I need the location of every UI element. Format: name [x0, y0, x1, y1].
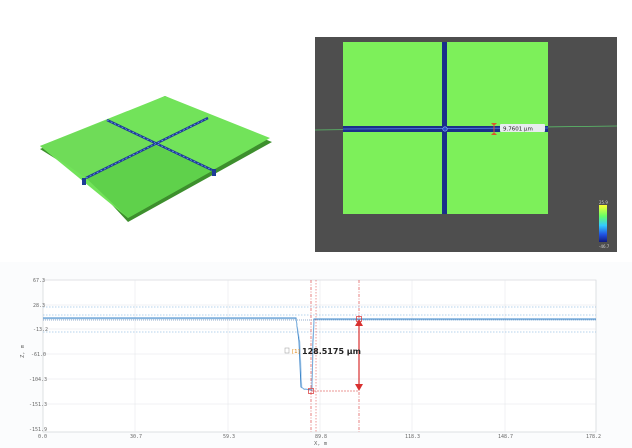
height-map-canvas[interactable]: 9.7601 µm 25.9 -46.7	[315, 37, 617, 252]
x-axis-title: X, m	[314, 441, 328, 447]
y-tick-label: 67.3	[33, 278, 45, 284]
readout-index: [1]	[292, 349, 300, 355]
x-tick-label: 118.3	[405, 434, 420, 440]
x-tick-label: 178.2	[586, 434, 601, 440]
plot-area	[42, 279, 597, 433]
color-scale-min: -46.7	[599, 244, 610, 249]
measurement-label: 9.7601 µm	[503, 126, 533, 132]
intersection-marker	[442, 126, 448, 132]
y-tick-label: -13.2	[33, 327, 48, 333]
x-tick-label: 148.7	[498, 434, 513, 440]
x-tick-label: 89.8	[315, 434, 327, 440]
color-scale-bar	[599, 205, 607, 242]
y-tick-label: -151.3	[29, 402, 47, 408]
x-tick-label: 0.0	[38, 434, 47, 440]
surface-leg	[82, 178, 86, 185]
readout-value: 128.5175 µm	[302, 347, 361, 356]
profile-chart-canvas[interactable]: [1] 128.5175 µm 67.3 28.3 -13.2 -61.0 -1…	[0, 262, 632, 448]
y-tick-label: -61.0	[31, 352, 46, 358]
color-scale-max: 25.9	[599, 200, 608, 205]
x-tick-label: 59.3	[223, 434, 235, 440]
3d-surface-view[interactable]	[0, 0, 310, 258]
y-tick-label: -104.3	[29, 377, 47, 383]
y-tick-label: 28.3	[33, 303, 45, 309]
surface-leg	[212, 169, 216, 176]
y-tick-label: -151.9	[29, 427, 47, 433]
y-axis-title: Z, m	[20, 344, 26, 358]
profile-chart[interactable]: [1] 128.5175 µm 67.3 28.3 -13.2 -61.0 -1…	[0, 262, 632, 448]
x-tick-label: 30.7	[130, 434, 142, 440]
3d-surface-canvas[interactable]	[0, 0, 310, 258]
height-map-view[interactable]: 9.7601 µm 25.9 -46.7	[315, 37, 617, 252]
